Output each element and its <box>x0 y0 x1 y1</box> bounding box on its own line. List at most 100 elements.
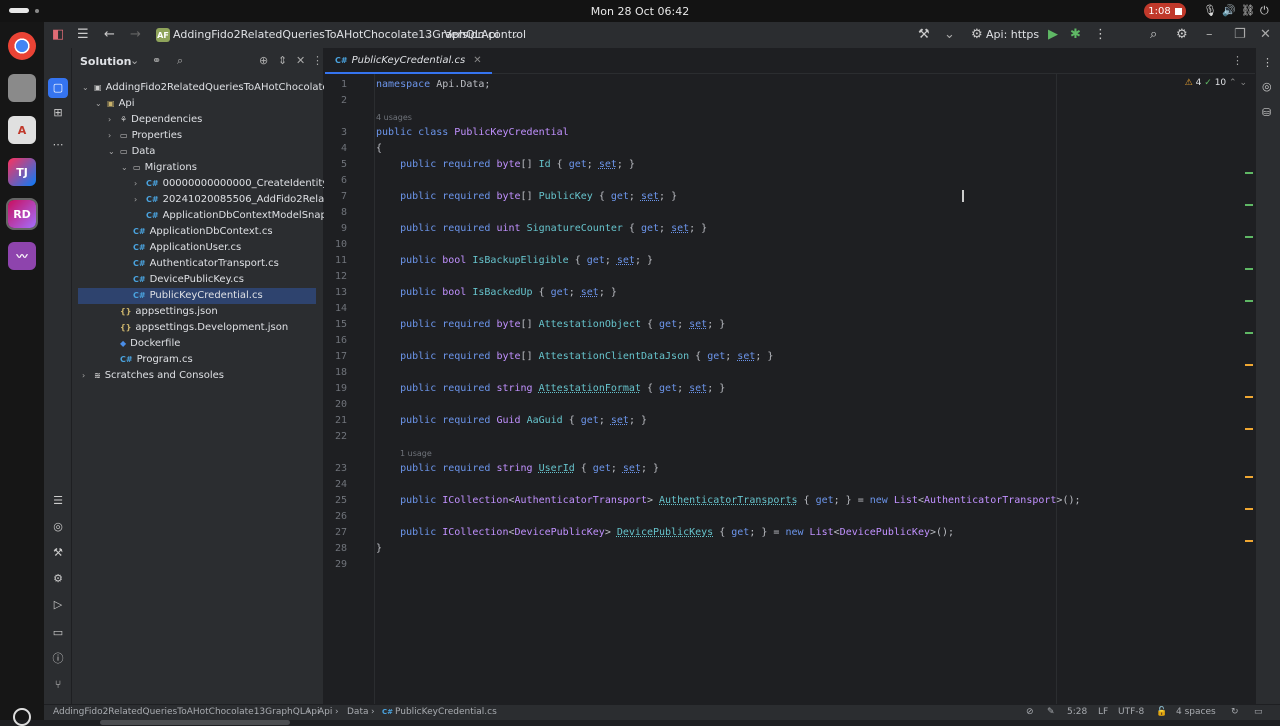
files-icon[interactable] <box>8 74 36 102</box>
forward-icon[interactable]: → <box>130 27 141 42</box>
tree-item[interactable]: › ▭ Properties <box>72 128 324 144</box>
line-number[interactable]: 13 <box>325 287 347 298</box>
tree-item[interactable]: ⌄ ▭ Migrations <box>72 160 324 176</box>
maximize-icon[interactable]: ❐ <box>1234 27 1246 42</box>
solution-dropdown-icon[interactable]: ⌄ <box>130 54 139 67</box>
previous-highlight-icon[interactable]: ⌃ <box>1229 78 1237 88</box>
search-icon[interactable]: ⌕ <box>177 54 183 68</box>
line-number[interactable]: 23 <box>325 463 347 474</box>
line-number[interactable]: 19 <box>325 383 347 394</box>
line-number[interactable]: 18 <box>325 367 347 378</box>
error-stripe-mark[interactable] <box>1245 396 1253 398</box>
chevron-right-icon[interactable]: › <box>134 192 146 208</box>
line-number[interactable]: 2 <box>325 95 347 106</box>
tree-item[interactable]: › ⚘ Dependencies <box>72 112 324 128</box>
error-stripe-mark[interactable] <box>1245 300 1253 302</box>
debug-icon[interactable]: ✱ <box>1070 27 1081 42</box>
tree-item[interactable]: C# Program.cs <box>72 352 324 368</box>
line-number[interactable]: 12 <box>325 271 347 282</box>
services-tool-icon[interactable]: ◎ <box>51 520 65 534</box>
line-number[interactable]: 1 <box>325 79 347 90</box>
chevron-down-icon[interactable]: ⌄ <box>121 160 133 176</box>
todo-tool-icon[interactable]: ☰ <box>51 494 65 508</box>
code-line[interactable]: public required Guid AaGuid { get; set; … <box>376 415 647 426</box>
usages-hint[interactable]: 4 usages <box>376 113 412 122</box>
build-chevron-icon[interactable]: ⌄ <box>944 27 955 42</box>
line-number[interactable]: 24 <box>325 479 347 490</box>
software-center-icon[interactable]: A <box>8 116 36 144</box>
run-tool-icon[interactable]: ▷ <box>51 598 65 612</box>
usages-hint[interactable]: 1 usage <box>400 449 432 458</box>
code-line[interactable]: public ICollection<DevicePublicKey> Devi… <box>376 527 954 538</box>
error-stripe-mark[interactable] <box>1245 508 1253 510</box>
error-stripe-mark[interactable] <box>1245 428 1253 430</box>
run-icon[interactable]: ▶ <box>1048 27 1058 42</box>
code-line[interactable]: public bool IsBackupEligible { get; set;… <box>376 255 653 266</box>
network-icon[interactable]: ⛓ <box>1241 4 1255 17</box>
line-number[interactable]: 25 <box>325 495 347 506</box>
code-line[interactable]: public class PublicKeyCredential <box>376 127 569 138</box>
terminal-tool-icon[interactable]: ▭ <box>51 626 65 640</box>
solution-title[interactable]: Solution <box>80 55 132 68</box>
close-window-icon[interactable]: ✕ <box>1260 27 1271 42</box>
code-line[interactable]: } <box>376 543 382 554</box>
microphone-icon[interactable]: 🎙 <box>1203 4 1217 17</box>
inspection-status-icon[interactable]: ⊘ <box>1026 707 1034 717</box>
view-options-icon[interactable]: ⚭ <box>152 54 161 67</box>
build-tool-icon[interactable]: ⚒ <box>51 546 65 560</box>
chevron-right-icon[interactable]: › <box>108 112 120 128</box>
vcs-chevron-down-icon[interactable]: ⌄ <box>510 28 519 41</box>
code-line[interactable]: public required string AttestationFormat… <box>376 383 725 394</box>
solution-explorer-tool-icon[interactable]: ▢ <box>48 78 68 98</box>
settings-gear-icon[interactable]: ⚙ <box>1176 27 1188 42</box>
close-tab-icon[interactable]: ✕ <box>473 55 481 66</box>
line-number[interactable]: 21 <box>325 415 347 426</box>
error-stripe-mark[interactable] <box>1245 172 1253 174</box>
code-line[interactable]: public required byte[] PublicKey { get; … <box>376 191 677 202</box>
caret-position[interactable]: 5:28 <box>1067 707 1087 717</box>
debug-tool-icon[interactable]: ⚙ <box>51 572 65 586</box>
tab-options-icon[interactable]: ⋮ <box>1232 54 1243 67</box>
memory-indicator-icon[interactable]: ▭ <box>1254 707 1263 717</box>
error-stripe-mark[interactable] <box>1245 204 1253 206</box>
more-actions-icon[interactable]: ⋮ <box>1094 27 1107 42</box>
line-number[interactable]: 9 <box>325 223 347 234</box>
more-options-icon[interactable]: ⋮ <box>312 54 323 67</box>
code-line[interactable]: public required string UserId { get; set… <box>376 463 659 474</box>
tree-item[interactable]: › ≋ Scratches and Consoles <box>72 368 324 384</box>
tree-item[interactable]: C# DevicePublicKey.cs <box>72 272 324 288</box>
line-ending[interactable]: LF <box>1098 707 1108 717</box>
git-tool-icon[interactable]: ⑂ <box>51 678 65 692</box>
line-number[interactable]: 15 <box>325 319 347 330</box>
code-line[interactable]: public ICollection<AuthenticatorTranspor… <box>376 495 1080 506</box>
code-line[interactable]: public bool IsBackedUp { get; set; } <box>376 287 617 298</box>
ai-status-icon[interactable]: ✎ <box>1047 707 1055 717</box>
chevron-down-icon[interactable]: ⌄ <box>108 144 120 160</box>
locate-file-icon[interactable]: ⊕ <box>259 54 268 67</box>
line-number[interactable]: 20 <box>325 399 347 410</box>
tree-item[interactable]: ⌄ ▭ Data <box>72 144 324 160</box>
minimize-icon[interactable]: – <box>1206 27 1213 42</box>
expand-all-icon[interactable]: ⇕ <box>278 54 287 67</box>
system-clock[interactable]: Mon 28 Oct 06:42 <box>0 5 1280 18</box>
line-number[interactable]: 14 <box>325 303 347 314</box>
error-stripe-mark[interactable] <box>1245 332 1253 334</box>
tree-item[interactable]: C# ApplicationDbContext.cs <box>72 224 324 240</box>
tree-item[interactable]: {} appsettings.json <box>72 304 324 320</box>
tree-item[interactable]: {} appsettings.Development.json <box>72 320 324 336</box>
breadcrumb-project[interactable]: AddingFido2RelatedQueriesToAHotChocolate… <box>53 707 319 717</box>
chevron-right-icon[interactable]: › <box>82 368 94 384</box>
chevron-down-icon[interactable]: ⌄ <box>82 80 94 96</box>
line-number[interactable]: 27 <box>325 527 347 538</box>
run-configuration-selector[interactable]: Api: https <box>986 28 1039 41</box>
build-hammer-icon[interactable]: ⚒ <box>918 27 930 42</box>
project-chevron-down-icon[interactable]: ⌄ <box>423 28 432 41</box>
line-number[interactable]: 6 <box>325 175 347 186</box>
more-tools-icon[interactable]: ⋯ <box>51 138 65 152</box>
inspection-widget[interactable]: ⚠ 4 ✓ 10 ⌃ ⌄ <box>1185 78 1247 88</box>
line-number[interactable]: 4 <box>325 143 347 154</box>
read-only-lock-icon[interactable]: 🔓 <box>1156 707 1167 717</box>
chrome-icon[interactable] <box>8 32 36 60</box>
audio-recorder-icon[interactable]: 〰 <box>8 242 36 270</box>
tree-item[interactable]: ⌄ ▣ AddingFido2RelatedQueriesToAHotChocola… <box>72 80 324 96</box>
